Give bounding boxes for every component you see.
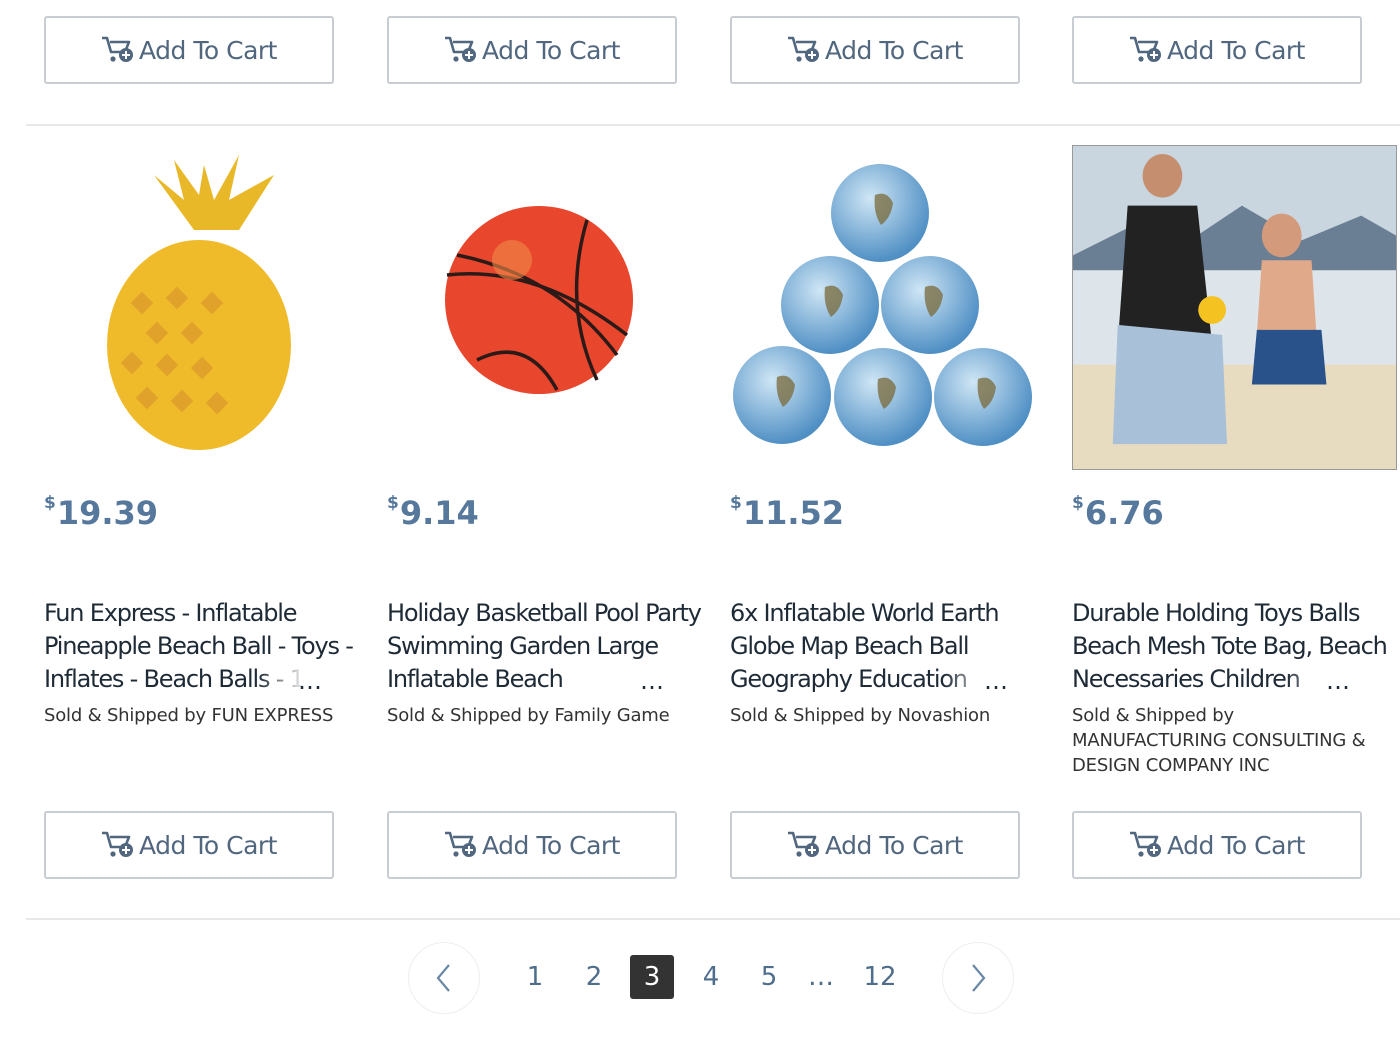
add-to-cart-label: Add To Cart (825, 35, 963, 65)
basketball-beach-ball-icon (445, 206, 633, 394)
currency-symbol: $ (387, 493, 399, 513)
add-to-cart-button[interactable]: Add To Cart (730, 811, 1020, 879)
price-value: 19.39 (56, 494, 159, 532)
add-to-cart-button[interactable]: Add To Cart (1072, 811, 1362, 879)
globe-beach-balls-icon (733, 164, 1032, 446)
product-price: $11.52 (730, 493, 844, 532)
add-to-cart-button[interactable]: Add To Cart (730, 16, 1020, 84)
add-to-cart-button[interactable]: Add To Cart (387, 811, 677, 879)
cart-add-icon (102, 831, 133, 857)
product-price: $6.76 (1072, 493, 1164, 532)
add-to-cart-label: Add To Cart (482, 35, 620, 65)
cart-add-icon (1130, 36, 1161, 62)
add-to-cart-label: Add To Cart (139, 35, 277, 65)
previous-page-button[interactable] (408, 942, 480, 1014)
product-image[interactable] (387, 145, 712, 470)
seller-info: Sold & Shipped by FUN EXPRESS (44, 705, 334, 726)
page-4-button[interactable]: 4 (689, 955, 733, 999)
add-to-cart-button[interactable]: Add To Cart (44, 16, 334, 84)
product-image[interactable] (730, 145, 1055, 470)
page-12-button[interactable]: 12 (858, 955, 902, 999)
title-ellipsis: … (298, 667, 324, 695)
row-divider (26, 124, 1400, 126)
add-to-cart-label: Add To Cart (482, 830, 620, 860)
title-ellipsis: … (640, 667, 666, 695)
currency-symbol: $ (44, 493, 56, 513)
product-price: $9.14 (387, 493, 479, 532)
add-to-cart-label: Add To Cart (139, 830, 277, 860)
price-value: 6.76 (1084, 494, 1164, 532)
cart-add-icon (1130, 831, 1161, 857)
cart-add-icon (445, 36, 476, 62)
beach-mesh-tote-photo-icon (1073, 146, 1396, 469)
price-value: 11.52 (742, 494, 845, 532)
chevron-right-icon (972, 964, 986, 992)
page-3-button-current[interactable]: 3 (630, 955, 674, 999)
page-5-button[interactable]: 5 (747, 955, 791, 999)
price-value: 9.14 (399, 494, 479, 532)
pagination-gap: … (808, 962, 834, 992)
pagination: 1 2 3 4 5 … 12 (0, 940, 1400, 1014)
chevron-left-icon (436, 964, 450, 992)
cart-add-icon (445, 831, 476, 857)
pineapple-beach-ball-icon (107, 155, 291, 450)
cart-add-icon (788, 831, 819, 857)
title-ellipsis: … (1326, 667, 1352, 695)
product-price: $19.39 (44, 493, 158, 532)
page-1-button[interactable]: 1 (513, 955, 557, 999)
add-to-cart-label: Add To Cart (825, 830, 963, 860)
add-to-cart-button[interactable]: Add To Cart (387, 16, 677, 84)
cart-add-icon (102, 36, 133, 62)
add-to-cart-label: Add To Cart (1167, 35, 1305, 65)
product-image[interactable] (44, 145, 369, 470)
product-image[interactable] (1072, 145, 1397, 470)
add-to-cart-label: Add To Cart (1167, 830, 1305, 860)
currency-symbol: $ (1072, 493, 1084, 513)
seller-info: Sold & Shipped by Novashion (730, 705, 991, 726)
row-divider (26, 918, 1400, 920)
cart-add-icon (788, 36, 819, 62)
next-page-button[interactable] (942, 942, 1014, 1014)
seller-info: Sold & Shipped by Family Game (387, 705, 670, 726)
page-2-button[interactable]: 2 (572, 955, 616, 999)
title-ellipsis: … (984, 667, 1010, 695)
currency-symbol: $ (730, 493, 742, 513)
add-to-cart-button[interactable]: Add To Cart (1072, 16, 1362, 84)
seller-info: Sold & Shipped by MANUFACTURING CONSULTI… (1072, 705, 1366, 776)
add-to-cart-button[interactable]: Add To Cart (44, 811, 334, 879)
